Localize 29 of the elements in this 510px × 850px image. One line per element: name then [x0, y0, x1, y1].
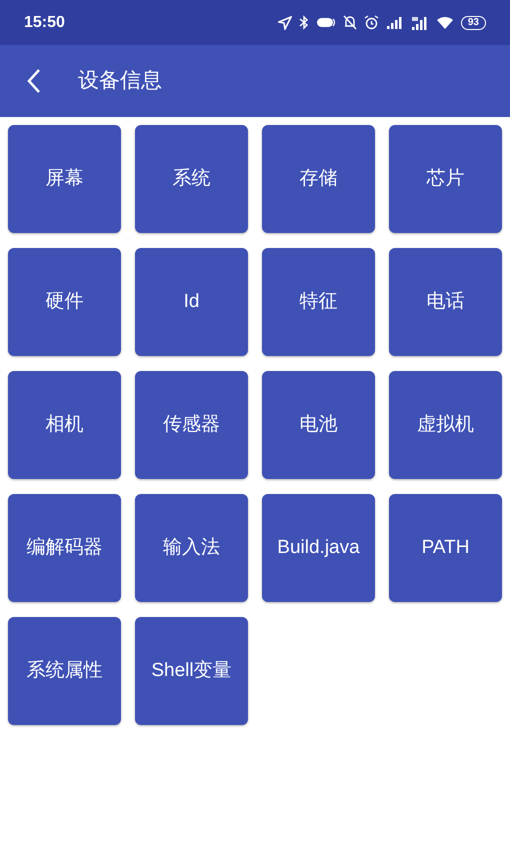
- category-tile[interactable]: PATH: [389, 494, 502, 602]
- bluetooth-icon: [298, 15, 309, 30]
- page-title: 设备信息: [78, 68, 162, 94]
- back-icon[interactable]: [26, 68, 42, 94]
- category-tile[interactable]: 输入法: [135, 494, 248, 602]
- category-tile[interactable]: 电话: [389, 248, 502, 356]
- status-time: 15:50: [24, 12, 65, 32]
- alarm-icon: [364, 15, 379, 30]
- category-tile[interactable]: Id: [135, 248, 248, 356]
- category-tile[interactable]: 虚拟机: [389, 371, 502, 479]
- category-tile[interactable]: 芯片: [389, 125, 502, 233]
- wifi-icon: [436, 16, 454, 30]
- category-tile[interactable]: 硬件: [8, 248, 121, 356]
- category-tile[interactable]: 系统属性: [8, 617, 121, 725]
- category-tile[interactable]: 特征: [262, 248, 375, 356]
- location-icon: [278, 16, 292, 30]
- category-tile[interactable]: 屏幕: [8, 125, 121, 233]
- muted-bell-icon: [342, 15, 357, 30]
- signal-icon: [386, 16, 404, 29]
- category-tile[interactable]: 相机: [8, 371, 121, 479]
- battery-level: 93: [468, 18, 479, 28]
- category-tile[interactable]: Shell变量: [135, 617, 248, 725]
- category-tile[interactable]: 电池: [262, 371, 375, 479]
- category-tile[interactable]: 编解码器: [8, 494, 121, 602]
- category-tile[interactable]: 存储: [262, 125, 375, 233]
- category-tile[interactable]: 传感器: [135, 371, 248, 479]
- category-tile[interactable]: 系统: [135, 125, 248, 233]
- category-tile[interactable]: Build.java: [262, 494, 375, 602]
- signal-icon: [410, 16, 429, 30]
